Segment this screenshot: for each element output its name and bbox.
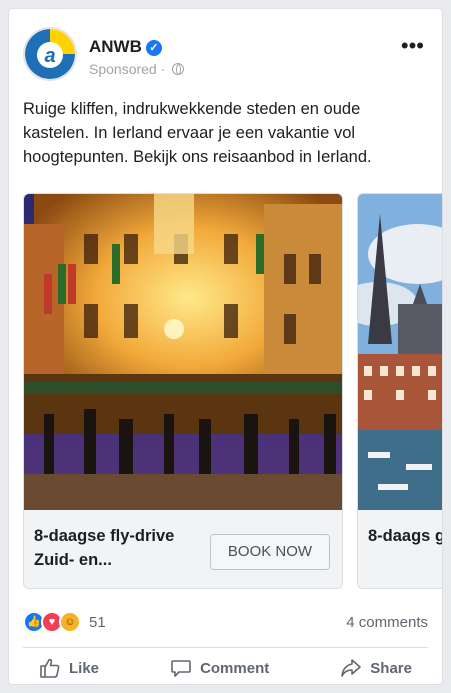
more-options-icon[interactable]: ••• (401, 33, 424, 59)
share-icon (341, 659, 362, 677)
irish-harbour-town-photo[interactable] (358, 194, 442, 510)
carousel: 8-daagse fly-drive Zuid- en... BOOK NOW (23, 193, 442, 593)
verified-badge-icon: ✓ (145, 40, 162, 56)
sponsored-label: Sponsored · (89, 61, 185, 77)
reaction-count: 51 (89, 614, 106, 631)
anwb-logo-icon: a (25, 29, 75, 79)
comments-count[interactable]: 4 comments (346, 614, 428, 631)
sponsored-post-card: a ANWB ✓ Sponsored · ••• Ruige kliffen, i… (8, 8, 443, 685)
anwb-logo-avatar[interactable]: a (23, 27, 77, 81)
carousel-card-title[interactable]: 8-daagse fly-drive Zuid- en... (34, 524, 199, 572)
book-now-button[interactable]: BOOK NOW (210, 534, 330, 570)
post-header: a ANWB ✓ Sponsored · ••• (23, 27, 428, 83)
carousel-card-title[interactable]: 8-daags groepsr (368, 524, 442, 548)
sponsored-text: Sponsored · (89, 61, 166, 77)
carousel-card-footer: 8-daags groepsr (358, 510, 442, 588)
carousel-card-1[interactable]: 8-daagse fly-drive Zuid- en... BOOK NOW (23, 193, 343, 589)
globe-icon (172, 63, 185, 75)
page-name-link[interactable]: ANWB ✓ (89, 37, 162, 57)
like-button[interactable]: Like (23, 653, 115, 683)
comment-label: Comment (200, 659, 270, 677)
post-actions: Like Comment Share (23, 653, 428, 683)
dublin-pub-night-photo[interactable] (24, 194, 342, 510)
carousel-card-2[interactable]: 8-daags groepsr (357, 193, 442, 589)
share-label: Share (370, 659, 412, 677)
page-name: ANWB (89, 37, 142, 56)
carousel-card-footer: 8-daagse fly-drive Zuid- en... BOOK NOW (24, 510, 342, 588)
actions-divider (23, 647, 428, 648)
post-body-text: Ruige kliffen, indrukwekkende steden en … (23, 100, 372, 166)
share-button[interactable]: Share (324, 653, 428, 683)
haha-reaction-icon: ☺ (59, 611, 81, 633)
thumbs-up-icon (40, 658, 60, 678)
logo-lettering: a (44, 45, 55, 67)
like-label: Like (69, 659, 100, 677)
comment-icon (171, 660, 191, 677)
comment-button[interactable]: Comment (154, 653, 285, 683)
